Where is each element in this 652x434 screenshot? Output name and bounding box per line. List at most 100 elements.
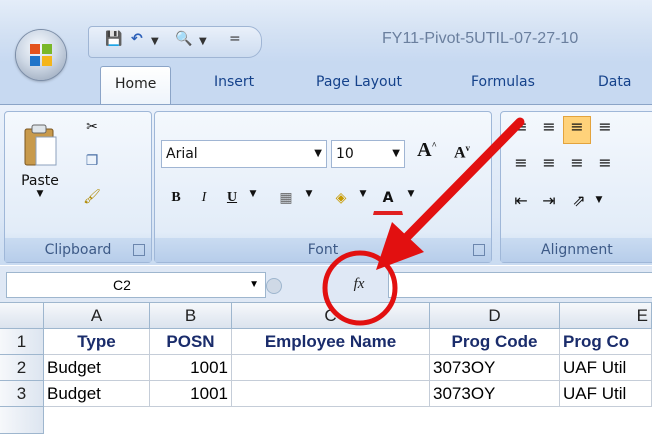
column-header-b[interactable]: B <box>150 303 232 329</box>
align-center-icon[interactable]: ≡ <box>535 152 563 180</box>
undo-icon[interactable]: ↶ <box>131 31 143 47</box>
name-box[interactable]: C2 ▼ <box>6 272 266 298</box>
row-header-1[interactable]: 1 <box>0 329 44 355</box>
orientation-dropdown-icon[interactable]: ▼ <box>591 194 607 216</box>
cell-e1[interactable]: Prog Co <box>560 329 652 355</box>
cell-b3[interactable]: 1001 <box>150 381 232 407</box>
font-group: Arial ▼ 10 ▼ A^ Av B I U ▼ ▦ ▼ ◈ ▼ A ▼ F… <box>154 111 492 263</box>
font-size-value: 10 <box>336 146 354 162</box>
align-left-icon[interactable]: ≡ <box>507 152 535 180</box>
bold-button[interactable]: B <box>163 184 189 212</box>
tab-data[interactable]: Data <box>598 74 631 90</box>
cut-icon[interactable]: ✂ <box>79 118 105 144</box>
cell-c1[interactable]: Employee Name <box>232 329 430 355</box>
font-size-box[interactable]: 10 ▼ <box>331 140 405 168</box>
column-header-c[interactable]: C <box>232 303 430 329</box>
align-top-icon[interactable]: ≡ <box>507 116 535 144</box>
paste-label: Paste <box>21 173 59 189</box>
paste-dropdown-icon[interactable]: ▼ <box>12 189 68 199</box>
font-size-dropdown-icon[interactable]: ▼ <box>392 141 400 167</box>
cell-c3[interactable] <box>232 381 430 407</box>
column-header-a[interactable]: A <box>44 303 150 329</box>
align-bottom-icon[interactable]: ≡ <box>563 116 591 144</box>
font-group-label: Font <box>155 238 491 262</box>
title-bar: 💾 ↶ ▼ 🔍 ▼ = FY11-Pivot-5UTIL-07-27-10 <box>0 0 652 62</box>
print-preview-dropdown-icon[interactable]: ▼ <box>199 36 207 47</box>
ribbon-tabs: Home Insert Page Layout Formulas Data <box>0 62 652 105</box>
cell-e2[interactable]: UAF Util <box>560 355 652 381</box>
formula-bar: C2 ▼ fx <box>0 266 652 303</box>
shrink-font-button[interactable]: Av <box>447 142 477 168</box>
underline-button[interactable]: U <box>219 184 245 212</box>
select-all-corner[interactable] <box>0 303 44 329</box>
quick-access-toolbar: 💾 ↶ ▼ 🔍 ▼ = <box>88 26 262 58</box>
paste-button[interactable]: Paste ▼ <box>11 118 69 216</box>
cell-e3[interactable]: UAF Util <box>560 381 652 407</box>
font-color-icon[interactable]: A <box>373 184 403 215</box>
excel-window: 💾 ↶ ▼ 🔍 ▼ = FY11-Pivot-5UTIL-07-27-10 Ho… <box>0 0 652 434</box>
borders-dropdown-icon[interactable]: ▼ <box>301 188 317 210</box>
grow-font-button[interactable]: A^ <box>411 138 443 168</box>
tab-page-layout[interactable]: Page Layout <box>316 74 402 90</box>
column-header-e[interactable]: E <box>560 303 652 329</box>
font-color-dropdown-icon[interactable]: ▼ <box>403 188 419 210</box>
tab-formulas[interactable]: Formulas <box>471 74 535 90</box>
alignment-group-label: Alignment <box>501 238 652 262</box>
cell-d1[interactable]: Prog Code <box>430 329 560 355</box>
fill-color-icon[interactable]: ◈ <box>325 184 357 212</box>
name-box-value: C2 <box>113 277 131 293</box>
office-button[interactable] <box>16 30 66 80</box>
cell-a2[interactable]: Budget <box>44 355 150 381</box>
clipboard-launcher-icon[interactable] <box>133 244 145 256</box>
alignment-label-text: Alignment <box>541 242 613 258</box>
save-icon[interactable]: 💾 <box>105 31 122 47</box>
name-box-dropdown-icon[interactable]: ▼ <box>249 273 259 297</box>
font-label-text: Font <box>307 242 339 258</box>
clipboard-group: Paste ▼ ✂ ❐ 🖌 Clipboard <box>4 111 152 263</box>
clipboard-group-label: Clipboard <box>5 238 151 262</box>
tab-insert[interactable]: Insert <box>214 74 254 90</box>
fill-color-dropdown-icon[interactable]: ▼ <box>355 188 371 210</box>
paste-icon <box>24 124 57 166</box>
borders-icon[interactable]: ▦ <box>271 184 301 212</box>
align-middle-icon[interactable]: ≡ <box>535 116 563 144</box>
office-logo-icon <box>30 44 52 66</box>
row-header-3[interactable]: 3 <box>0 381 44 407</box>
formula-input[interactable] <box>388 272 652 298</box>
undo-dropdown-icon[interactable]: ▼ <box>151 36 159 47</box>
insert-function-button[interactable]: fx <box>343 272 375 296</box>
wrap-text-icon[interactable]: ≡ <box>591 152 619 180</box>
align-right-icon[interactable]: ≡ <box>563 152 591 180</box>
underline-dropdown-icon[interactable]: ▼ <box>245 188 261 210</box>
font-name-dropdown-icon[interactable]: ▼ <box>314 141 322 167</box>
window-title: FY11-Pivot-5UTIL-07-27-10 <box>382 30 579 47</box>
column-header-d[interactable]: D <box>430 303 560 329</box>
cell-d3[interactable]: 3073OY <box>430 381 560 407</box>
row-header-2[interactable]: 2 <box>0 355 44 381</box>
cell-a1[interactable]: Type <box>44 329 150 355</box>
customize-toolbar-icon[interactable]: = <box>229 31 241 47</box>
font-launcher-icon[interactable] <box>473 244 485 256</box>
font-name-value: Arial <box>166 146 198 162</box>
copy-icon[interactable]: ❐ <box>79 152 105 178</box>
tab-home[interactable]: Home <box>100 66 172 105</box>
increase-indent-icon[interactable]: ⇥ <box>535 190 563 218</box>
orientation-icon[interactable]: ≡ <box>591 116 619 144</box>
cell-d2[interactable]: 3073OY <box>430 355 560 381</box>
ribbon: Paste ▼ ✂ ❐ 🖌 Clipboard Arial ▼ 10 ▼ A^ … <box>0 104 652 265</box>
text-orientation-icon[interactable]: ⇗ <box>565 190 593 218</box>
row-header-4[interactable] <box>0 407 44 434</box>
cell-c2[interactable] <box>232 355 430 381</box>
formula-bar-handle-icon[interactable] <box>266 278 282 294</box>
decrease-indent-icon[interactable]: ⇤ <box>507 190 535 218</box>
clipboard-label-text: Clipboard <box>44 242 112 258</box>
font-name-box[interactable]: Arial ▼ <box>161 140 327 168</box>
italic-button[interactable]: I <box>191 184 217 212</box>
fx-label: fx <box>353 276 365 292</box>
cell-b2[interactable]: 1001 <box>150 355 232 381</box>
print-preview-icon[interactable]: 🔍 <box>175 31 192 47</box>
cell-a3[interactable]: Budget <box>44 381 150 407</box>
cell-b1[interactable]: POSN <box>150 329 232 355</box>
format-painter-icon[interactable]: 🖌 <box>79 188 105 214</box>
alignment-group: ≡ ≡ ≡ ≡ ≡ ≡ ≡ ≡ ⇤ ⇥ ⇗ ▼ Alignment <box>500 111 652 263</box>
